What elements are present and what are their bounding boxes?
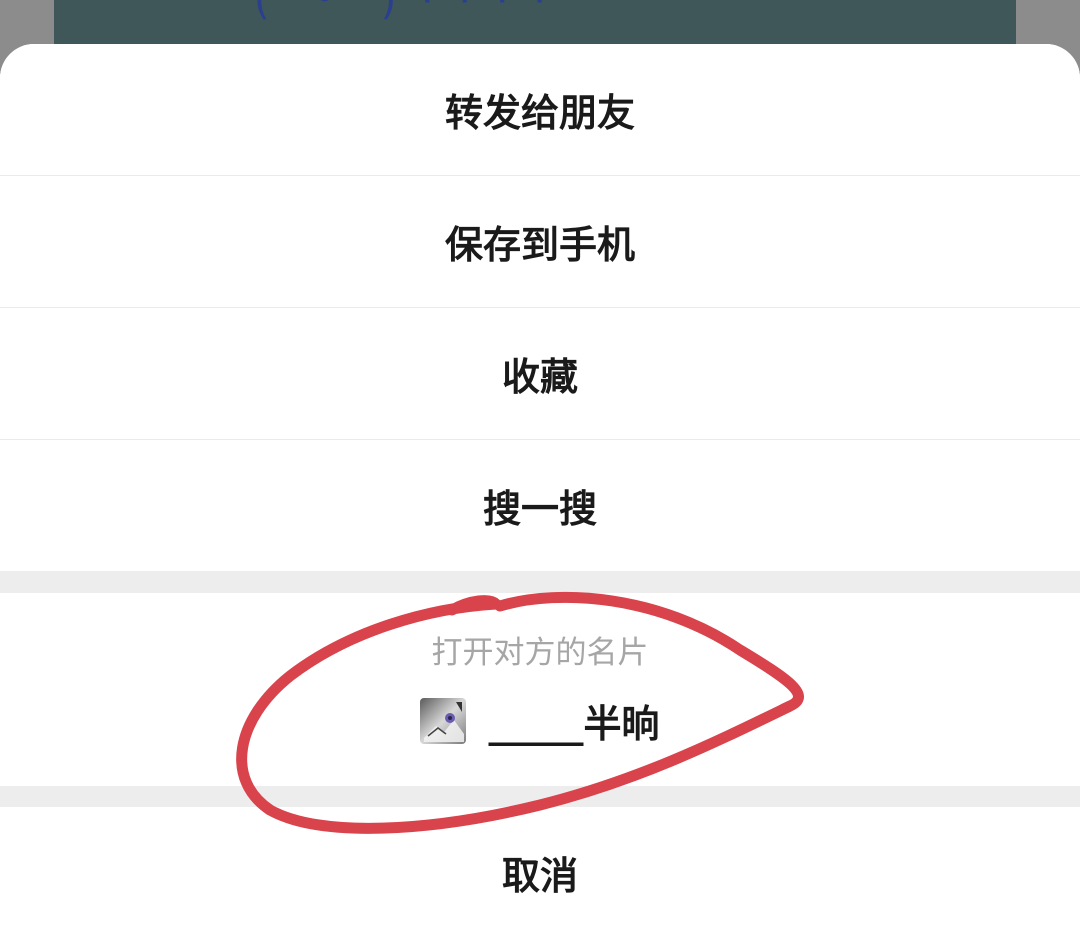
avatar — [420, 697, 467, 744]
cancel-button[interactable]: 取消 — [0, 807, 1080, 938]
profile-card-hint: 打开对方的名片 — [431, 635, 649, 671]
open-profile-card-button[interactable]: 打开对方的名片 _____半晌 — [0, 593, 1080, 786]
forward-to-friend-button[interactable]: 转发给朋友 — [0, 44, 1080, 175]
section-gap — [0, 571, 1080, 593]
search-label: 搜一搜 — [482, 487, 597, 531]
section-gap — [0, 786, 1080, 807]
favorite-button[interactable]: 收藏 — [0, 308, 1080, 439]
save-to-phone-label: 保存到手机 — [444, 223, 635, 267]
profile-card-name: _____半晌 — [488, 702, 660, 746]
search-button[interactable]: 搜一搜 — [0, 440, 1080, 571]
action-sheet: 转发给朋友 保存到手机 收藏 搜一搜 打开对方的名片 _____半晌 取消 — [0, 44, 1080, 938]
forward-to-friend-label: 转发给朋友 — [444, 91, 635, 135]
save-to-phone-button[interactable]: 保存到手机 — [0, 176, 1080, 307]
cancel-label: 取消 — [501, 854, 578, 898]
favorite-label: 收藏 — [501, 355, 578, 399]
background-card-text: (ᵔ ᵕ ᵔ) · · · · — [254, 0, 552, 24]
profile-card-row: _____半晌 — [0, 693, 1080, 748]
landscape-photo-icon — [420, 697, 467, 744]
